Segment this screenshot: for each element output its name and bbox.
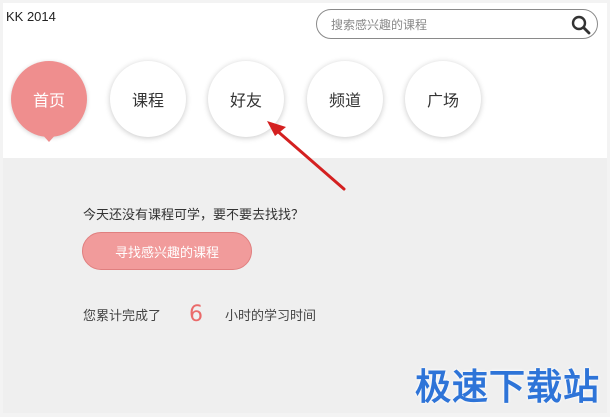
watermark: 极速下载站 xyxy=(415,367,601,408)
nav-channels[interactable]: 频道 xyxy=(307,61,383,137)
nav-friends-label: 好友 xyxy=(229,91,262,110)
find-courses-label: 寻找感兴趣的课程 xyxy=(114,245,219,261)
find-courses-button[interactable]: 寻找感兴趣的课程 xyxy=(82,232,252,270)
learning-stats: 您累计完成了 6 小时的学习时间 xyxy=(83,301,316,327)
header: KK 2014 首页 课程 好友 频道 广场 xyxy=(3,3,607,158)
search-icon[interactable] xyxy=(571,15,591,35)
stats-suffix: 小时的学习时间 xyxy=(225,308,317,324)
window-title: KK 2014 xyxy=(6,9,56,24)
empty-course-prompt: 今天还没有课程可学，要不要去找找？ xyxy=(83,208,305,223)
nav-friends[interactable]: 好友 xyxy=(208,61,284,137)
app-window: KK 2014 首页 课程 好友 频道 广场 今 xyxy=(3,3,607,413)
nav-home[interactable]: 首页 xyxy=(11,61,87,142)
stats-prefix: 您累计完成了 xyxy=(83,308,162,324)
nav-courses-label: 课程 xyxy=(131,91,164,110)
nav-home-label: 首页 xyxy=(32,91,65,110)
nav-courses[interactable]: 课程 xyxy=(110,61,186,137)
nav-square-label: 广场 xyxy=(426,91,459,110)
nav-square[interactable]: 广场 xyxy=(405,61,481,137)
search-box[interactable] xyxy=(316,9,598,39)
hours-count: 6 xyxy=(189,301,204,327)
search-input[interactable] xyxy=(329,14,569,36)
nav-channels-label: 频道 xyxy=(328,91,361,110)
